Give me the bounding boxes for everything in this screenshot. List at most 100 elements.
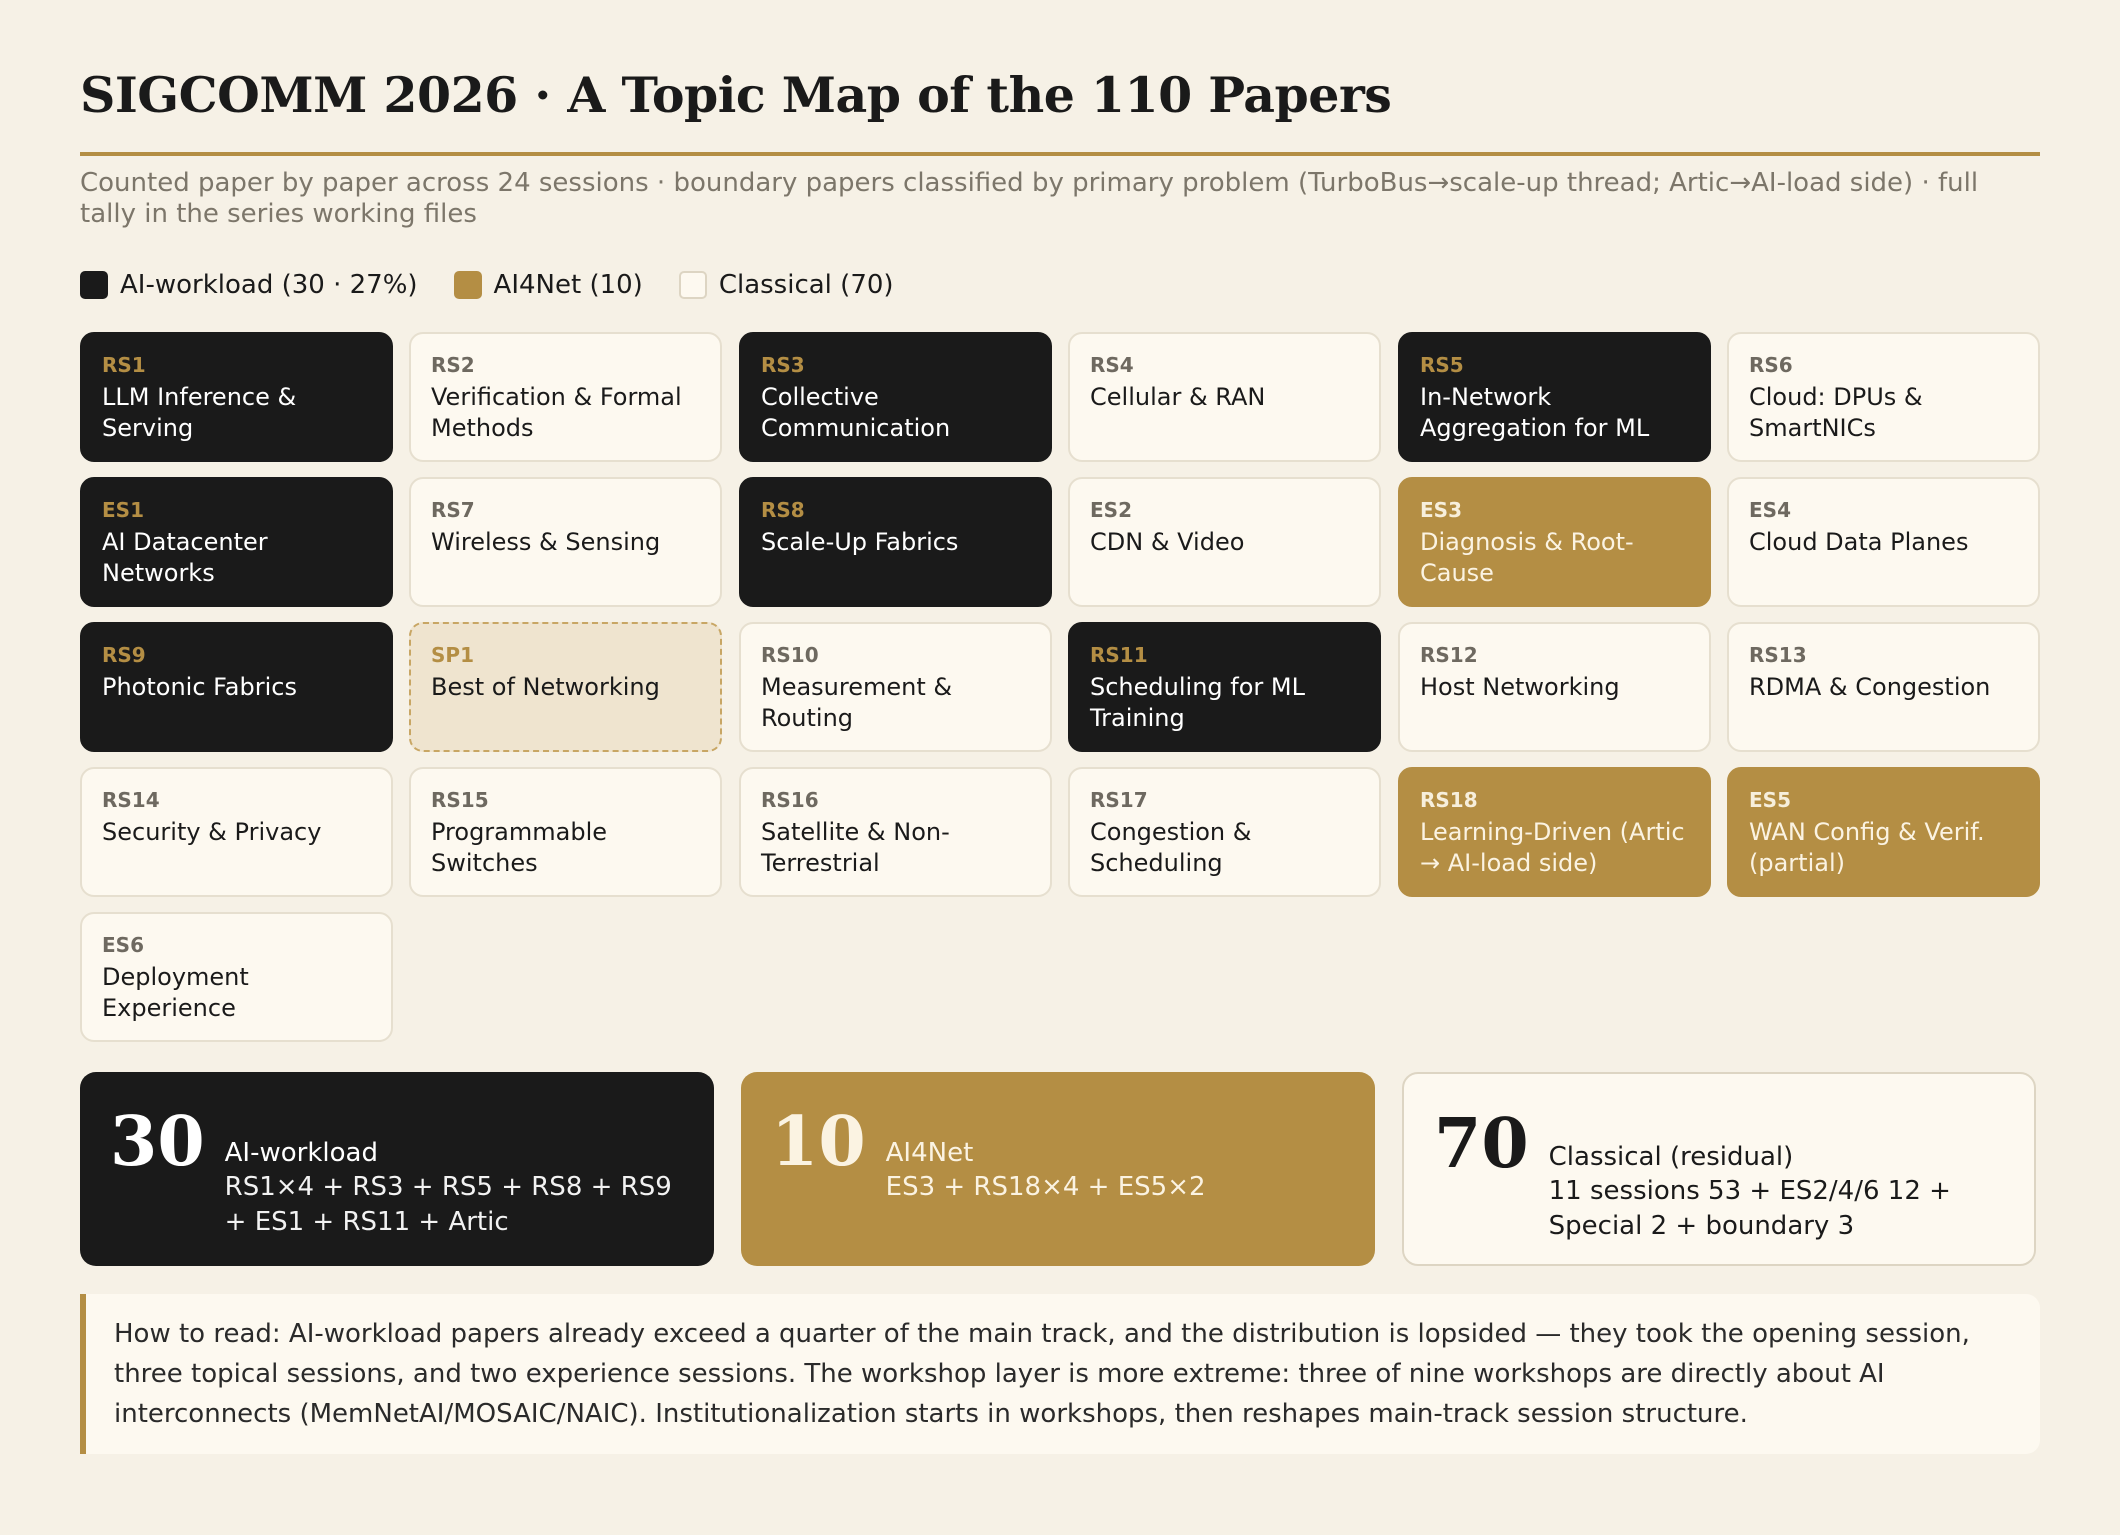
summary-label: AI-workload — [224, 1138, 378, 1168]
session-code: RS17 — [1090, 788, 1148, 812]
session-tile-es5: ES5 WAN Config & Verif. (partial) — [1727, 767, 2040, 897]
session-name: Collective Communication — [761, 383, 951, 442]
summary-label: Classical (residual) — [1548, 1142, 1794, 1172]
page-subtitle: Counted paper by paper across 24 session… — [80, 168, 1979, 229]
session-code: RS15 — [431, 788, 489, 812]
legend-swatch-ai-workload — [80, 271, 108, 299]
session-tile-rs2: RS2 Verification & Formal Methods — [409, 332, 722, 462]
page-title: SIGCOMM 2026 · A Topic Map of the 110 Pa… — [80, 66, 1392, 124]
legend-item-classical: Classical (70) — [678, 270, 894, 300]
session-code: RS2 — [431, 353, 475, 377]
session-code: RS3 — [761, 353, 805, 377]
session-name: Measurement & Routing — [761, 673, 953, 732]
session-tile-rs13: RS13 RDMA & Congestion — [1727, 622, 2040, 752]
session-name: Deployment Experience — [102, 963, 249, 1022]
session-tile-rs3: RS3 Collective Communication — [739, 332, 1052, 462]
session-code: RS18 — [1420, 788, 1478, 812]
summary-count: 70 — [1434, 1104, 1529, 1184]
session-tile-rs5: RS5 In-Network Aggregation for ML — [1398, 332, 1711, 462]
session-code: RS11 — [1090, 643, 1148, 667]
session-name: Satellite & Non-Terrestrial — [761, 818, 950, 877]
session-name: Photonic Fabrics — [102, 673, 297, 701]
session-code: RS12 — [1420, 643, 1478, 667]
summary-card-classical: 70 Classical (residual) 11 sessions 53 +… — [1402, 1072, 2036, 1266]
session-name: Congestion & Scheduling — [1090, 818, 1252, 877]
how-to-read-note: How to read: AI-workload papers already … — [80, 1294, 2040, 1454]
session-tile-es1: ES1 AI Datacenter Networks — [80, 477, 393, 607]
session-name: Wireless & Sensing — [431, 528, 661, 556]
session-code: RS14 — [102, 788, 160, 812]
title-divider — [80, 152, 2040, 156]
legend-swatch-ai4net — [453, 271, 482, 299]
legend-item-ai4net: AI4Net (10) — [453, 270, 643, 300]
session-tile-es2: ES2 CDN & Video — [1068, 477, 1381, 607]
session-code: SP1 — [431, 643, 474, 667]
session-name: AI Datacenter Networks — [102, 528, 268, 587]
session-code: RS16 — [761, 788, 819, 812]
session-name: WAN Config & Verif. (partial) — [1749, 818, 1985, 877]
summary-text: AI-workload RS1×4 + RS3 + RS5 + RS8 + RS… — [225, 1100, 684, 1240]
session-code: ES6 — [102, 933, 144, 957]
legend-item-ai-workload: AI-workload (30 · 27%) — [80, 270, 418, 300]
session-code: RS1 — [102, 353, 146, 377]
legend: AI-workload (30 · 27%) AI4Net (10) Class… — [80, 268, 930, 302]
summary-detail: 11 sessions 53 + ES2/4/6 12 + Special 2 … — [1548, 1176, 1951, 1241]
summary-text: AI4Net ES3 + RS18×4 + ES5×2 — [886, 1100, 1206, 1205]
session-tile-rs4: RS4 Cellular & RAN — [1068, 332, 1381, 462]
session-tile-rs16: RS16 Satellite & Non-Terrestrial — [739, 767, 1052, 897]
session-tile-es4: ES4 Cloud Data Planes — [1727, 477, 2040, 607]
session-code: ES5 — [1749, 788, 1791, 812]
session-code: ES3 — [1420, 498, 1462, 522]
session-tile-es3: ES3 Diagnosis & Root-Cause — [1398, 477, 1711, 607]
summary-label: AI4Net — [885, 1138, 974, 1168]
session-code: ES2 — [1090, 498, 1132, 522]
session-name: Cellular & RAN — [1090, 383, 1266, 411]
session-grid: RS1 LLM Inference & Serving RS2 Verificatio… — [80, 332, 2040, 1042]
session-tile-rs8: RS8 Scale-Up Fabrics — [739, 477, 1052, 607]
session-name: Scheduling for ML Training — [1090, 673, 1305, 732]
session-name: Verification & Formal Methods — [431, 383, 682, 442]
session-code: RS13 — [1749, 643, 1807, 667]
session-name: Scale-Up Fabrics — [761, 528, 959, 556]
session-tile-rs15: RS15 Programmable Switches — [409, 767, 722, 897]
summary-card-ai4net: 10 AI4Net ES3 + RS18×4 + ES5×2 — [741, 1072, 1375, 1266]
session-name: Host Networking — [1420, 673, 1620, 701]
session-tile-rs17: RS17 Congestion & Scheduling — [1068, 767, 1381, 897]
session-tile-rs18: RS18 Learning-Driven (Artic → AI-load sid… — [1398, 767, 1711, 897]
session-tile-rs9: RS9 Photonic Fabrics — [80, 622, 393, 752]
session-code: RS5 — [1420, 353, 1464, 377]
session-tile-rs6: RS6 Cloud: DPUs & SmartNICs — [1727, 332, 2040, 462]
summary-detail: ES3 + RS18×4 + ES5×2 — [885, 1172, 1206, 1202]
session-name: Security & Privacy — [102, 818, 322, 846]
legend-label: AI4Net (10) — [493, 270, 643, 300]
session-code: RS8 — [761, 498, 805, 522]
summary-text: Classical (residual) 11 sessions 53 + ES… — [1549, 1102, 2004, 1244]
session-tile-rs14: RS14 Security & Privacy — [80, 767, 393, 897]
session-name: Cloud Data Planes — [1749, 528, 1969, 556]
session-code: RS9 — [102, 643, 146, 667]
summary-count: 10 — [771, 1102, 866, 1182]
summary-detail: RS1×4 + RS3 + RS5 + RS8 + RS9 + ES1 + RS… — [224, 1172, 672, 1237]
session-name: RDMA & Congestion — [1749, 673, 1991, 701]
session-tile-rs7: RS7 Wireless & Sensing — [409, 477, 722, 607]
legend-swatch-classical — [678, 271, 707, 299]
session-name: Diagnosis & Root-Cause — [1420, 528, 1634, 587]
session-code: RS7 — [431, 498, 475, 522]
session-tile-rs1: RS1 LLM Inference & Serving — [80, 332, 393, 462]
legend-label: Classical (70) — [718, 270, 894, 300]
session-code: RS10 — [761, 643, 819, 667]
session-name: Programmable Switches — [431, 818, 608, 877]
session-code: ES4 — [1749, 498, 1791, 522]
session-tile-rs10: RS10 Measurement & Routing — [739, 622, 1052, 752]
session-name: Learning-Driven (Artic → AI-load side) — [1420, 818, 1685, 877]
summary-count: 30 — [110, 1102, 205, 1182]
session-name: CDN & Video — [1090, 528, 1245, 556]
session-code: RS6 — [1749, 353, 1793, 377]
session-name: LLM Inference & Serving — [102, 383, 297, 442]
session-tile-sp1: SP1 Best of Networking — [409, 622, 722, 752]
session-code: ES1 — [102, 498, 144, 522]
session-tile-rs12: RS12 Host Networking — [1398, 622, 1711, 752]
session-tile-rs11: RS11 Scheduling for ML Training — [1068, 622, 1381, 752]
session-name: In-Network Aggregation for ML — [1420, 383, 1650, 442]
session-tile-es6: ES6 Deployment Experience — [80, 912, 393, 1042]
